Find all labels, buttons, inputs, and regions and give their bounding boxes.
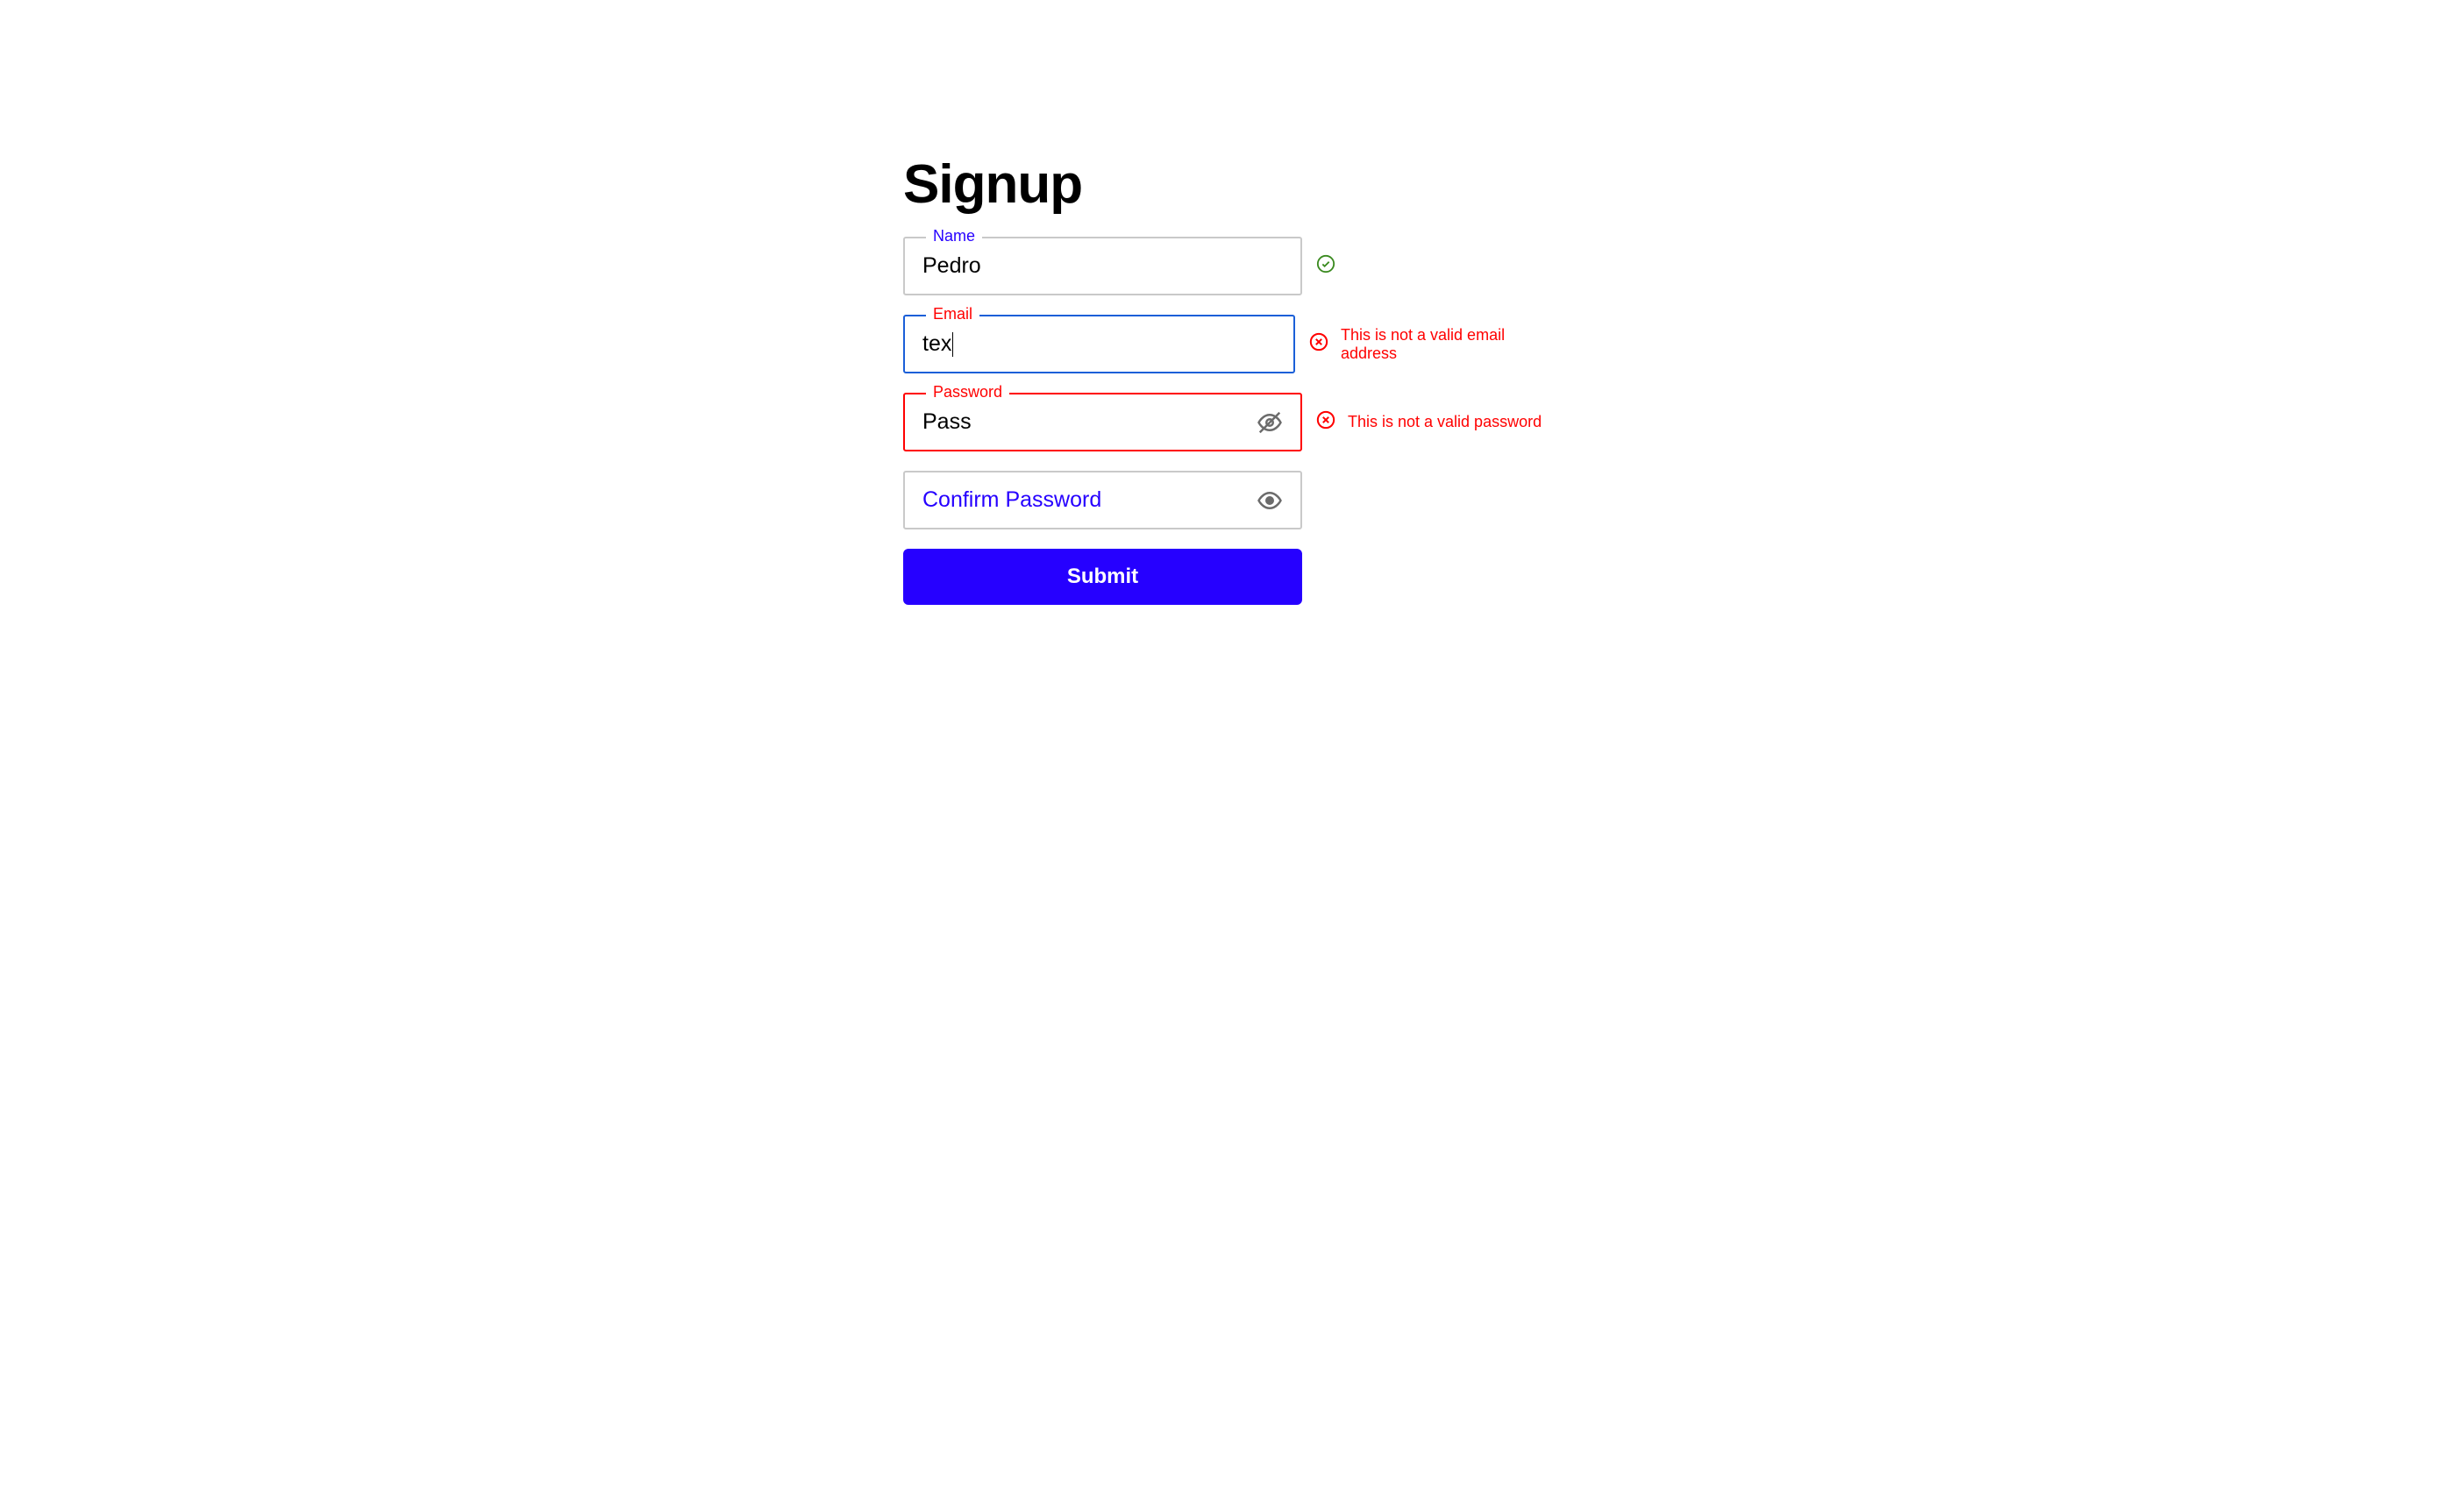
- email-input[interactable]: tex: [903, 315, 1295, 373]
- password-label: Password: [926, 383, 1009, 401]
- password-row: Password Pass This is not a v: [903, 393, 1561, 451]
- name-status: [1316, 254, 1335, 278]
- password-value: Pass: [922, 409, 1257, 435]
- confirm-placeholder: Confirm Password: [922, 487, 1257, 513]
- confirm-row: Confirm Password: [903, 471, 1561, 529]
- email-label: Email: [926, 305, 979, 323]
- name-field-container: Name Pedro: [903, 237, 1302, 295]
- email-field-container: Email tex: [903, 315, 1295, 373]
- text-cursor: [952, 332, 953, 357]
- signup-form: Signup Name Pedro Email tex: [903, 153, 1561, 605]
- email-value: tex: [922, 331, 1276, 357]
- name-value: Pedro: [922, 253, 1283, 279]
- name-row: Name Pedro: [903, 237, 1561, 295]
- password-error-text: This is not a valid password: [1348, 413, 1542, 431]
- email-row: Email tex This is not a valid email addr…: [903, 315, 1561, 373]
- name-label: Name: [926, 227, 982, 245]
- x-circle-icon: [1316, 410, 1335, 434]
- email-status: This is not a valid email address: [1309, 326, 1561, 363]
- submit-button[interactable]: Submit: [903, 549, 1302, 605]
- password-field-container: Password Pass: [903, 393, 1302, 451]
- eye-off-icon[interactable]: [1257, 409, 1283, 436]
- email-error-text: This is not a valid email address: [1341, 326, 1561, 363]
- x-circle-icon: [1309, 332, 1328, 356]
- password-input[interactable]: Pass: [903, 393, 1302, 451]
- check-circle-icon: [1316, 254, 1335, 278]
- confirm-field-container: Confirm Password: [903, 471, 1302, 529]
- page-title: Signup: [903, 153, 1561, 216]
- name-input[interactable]: Pedro: [903, 237, 1302, 295]
- confirm-password-input[interactable]: Confirm Password: [903, 471, 1302, 529]
- eye-icon[interactable]: [1257, 487, 1283, 514]
- password-status: This is not a valid password: [1316, 410, 1542, 434]
